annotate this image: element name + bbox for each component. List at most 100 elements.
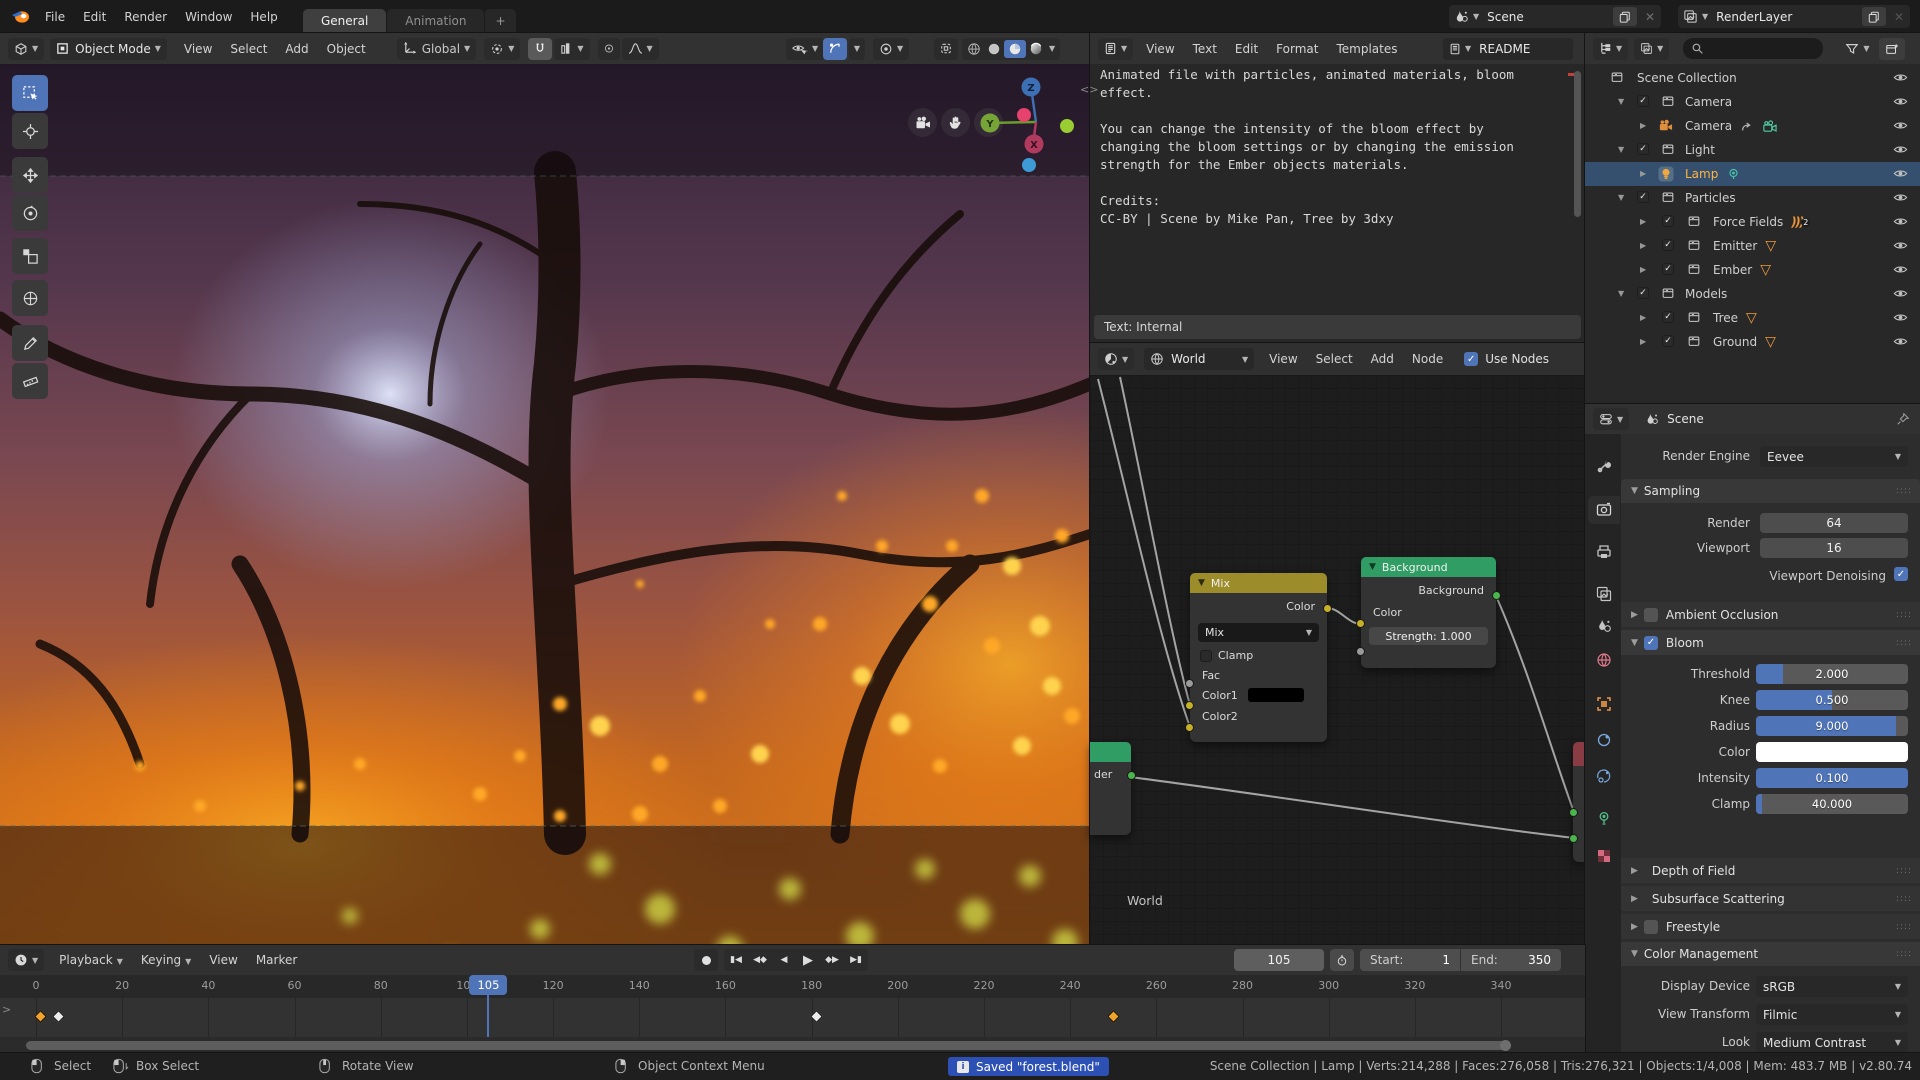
prev-frame-button[interactable]: ◀ — [772, 955, 796, 965]
section-sampling-header[interactable]: ▼ Sampling :::: — [1621, 479, 1920, 503]
outliner-row-camera[interactable]: ▼✓Camera — [1585, 90, 1920, 114]
cm-display-device-dropdown[interactable]: sRGB▼ — [1756, 976, 1908, 997]
new-scene-button[interactable] — [1613, 7, 1637, 26]
grip-icon[interactable]: :::: — [1896, 638, 1912, 648]
camera-view-button[interactable] — [908, 108, 937, 137]
timeline-menu-keying[interactable]: Keying▼ — [132, 953, 200, 967]
clamp-checkbox[interactable] — [1200, 650, 1212, 662]
bloom-intensity-slider[interactable]: 0.100 — [1756, 768, 1908, 788]
properties-tab-tool[interactable] — [1588, 452, 1620, 480]
overlays-toggle-button[interactable]: ▼ — [873, 38, 909, 60]
viewport-denoising-checkbox[interactable]: ✓ — [1894, 567, 1908, 581]
bloom-radius-slider[interactable]: 9.000 — [1756, 716, 1908, 736]
eye-icon[interactable] — [1893, 190, 1908, 205]
properties-tab-output[interactable] — [1588, 538, 1620, 566]
node-world-output-clipped[interactable] — [1573, 742, 1585, 862]
outliner-row-scene-collection[interactable]: Scene Collection — [1585, 66, 1920, 90]
new-layer-button[interactable] — [1862, 7, 1886, 26]
scene-name[interactable]: Scene — [1487, 10, 1613, 24]
scrollbar-handle[interactable] — [1500, 1040, 1511, 1051]
pin-icon[interactable] — [1896, 412, 1910, 426]
visibility-checkbox[interactable]: ✓ — [1662, 215, 1674, 227]
topbar-menu-file[interactable]: File — [36, 10, 74, 24]
workspace-tab-general[interactable]: General — [303, 9, 386, 33]
tool-annotate[interactable] — [12, 325, 48, 361]
render-layer-selector[interactable]: ▼ RenderLayer ✕ — [1678, 5, 1910, 28]
mode-selector[interactable]: Object Mode ▼ — [50, 38, 167, 60]
expand-icon[interactable]: ▶ — [1640, 121, 1646, 130]
new-collection-button[interactable] — [1879, 38, 1905, 60]
visibility-toggle-button[interactable]: ▼ — [786, 38, 824, 60]
node-mix[interactable]: ▼ Mix Color Mix ▼ Clamp Fac Color1 — [1190, 573, 1327, 742]
properties-tab-texture[interactable] — [1588, 842, 1620, 870]
text-datablock-selector[interactable]: ▼ README — [1443, 38, 1573, 60]
object-label[interactable]: Models — [1685, 287, 1727, 301]
outliner-display-mode-button[interactable]: ▼ — [1593, 38, 1628, 60]
eye-icon[interactable] — [1893, 118, 1908, 133]
grip-icon[interactable]: :::: — [1896, 486, 1912, 496]
topbar-menu-edit[interactable]: Edit — [74, 10, 115, 24]
color1-swatch[interactable] — [1248, 688, 1304, 702]
outliner-row-models[interactable]: ▼✓Models — [1585, 282, 1920, 306]
eye-icon[interactable] — [1893, 142, 1908, 157]
expand-icon[interactable]: ▼ — [1618, 193, 1624, 202]
end-frame-field[interactable]: End: 350 — [1461, 949, 1561, 971]
grip-icon[interactable]: :::: — [1896, 866, 1912, 876]
shading-material-button[interactable] — [1004, 40, 1026, 58]
viewport-menu-add[interactable]: Add — [276, 42, 317, 56]
expand-icon[interactable]: ▼ — [1618, 289, 1624, 298]
socket-output[interactable] — [1127, 771, 1136, 780]
background-strength-field[interactable]: Strength: 1.000 — [1369, 627, 1488, 645]
start-frame-field[interactable]: Start: 1 — [1360, 949, 1460, 971]
eye-icon[interactable] — [1893, 214, 1908, 229]
object-label[interactable]: Ember — [1713, 263, 1752, 277]
tool-scale[interactable] — [12, 238, 48, 274]
remove-layer-button[interactable]: ✕ — [1894, 10, 1904, 24]
socket-fac[interactable] — [1185, 679, 1194, 688]
tool-cursor[interactable] — [12, 113, 48, 149]
properties-tab-viewlayer[interactable] — [1588, 580, 1620, 608]
socket-surface[interactable] — [1569, 808, 1578, 817]
outliner-row-emitter[interactable]: ▶✓Emitter▽ — [1585, 234, 1920, 258]
tool-select-box[interactable] — [12, 75, 48, 111]
current-frame-field[interactable]: 105 — [1234, 949, 1324, 971]
visibility-checkbox[interactable]: ✓ — [1662, 239, 1674, 251]
eye-icon[interactable] — [1893, 310, 1908, 325]
object-label[interactable]: Particles — [1685, 191, 1736, 205]
eye-icon[interactable] — [1893, 70, 1908, 85]
socket-color-output[interactable] — [1323, 604, 1332, 613]
use-preview-range-toggle[interactable] — [1330, 949, 1354, 971]
text-menu-format[interactable]: Format — [1267, 42, 1327, 56]
gizmos-toggle[interactable] — [823, 38, 847, 60]
object-label[interactable]: Tree — [1713, 311, 1738, 325]
text-scrollbar[interactable] — [1574, 71, 1581, 217]
visibility-checkbox[interactable]: ✓ — [1637, 143, 1649, 155]
visibility-checkbox[interactable]: ✓ — [1662, 311, 1674, 323]
timeline-scrollbar[interactable] — [26, 1041, 1510, 1050]
unlink-scene-button[interactable]: ✕ — [1645, 10, 1655, 24]
editor-type-button[interactable]: ▼ — [8, 38, 44, 60]
freestyle-checkbox[interactable] — [1644, 920, 1658, 934]
eye-icon[interactable] — [1893, 262, 1908, 277]
properties-tab-object[interactable] — [1588, 690, 1620, 718]
bloom-checkbox[interactable]: ✓ — [1644, 636, 1658, 650]
blender-logo-icon[interactable] — [10, 6, 31, 27]
outliner-row-ember[interactable]: ▶✓Ember▽ — [1585, 258, 1920, 282]
expand-icon[interactable]: ▼ — [1618, 97, 1624, 106]
outliner-row-camera[interactable]: ▶Camera — [1585, 114, 1920, 138]
outliner-row-light[interactable]: ▼✓Light — [1585, 138, 1920, 162]
sampling-render-field[interactable]: 64 — [1760, 513, 1908, 533]
proportional-falloff-button[interactable]: ▼ — [622, 38, 659, 60]
text-editor-content[interactable]: Animated file with particles, animated m… — [1100, 66, 1514, 228]
xray-toggle[interactable] — [934, 38, 958, 60]
proportional-edit-toggle[interactable] — [598, 38, 620, 60]
object-label[interactable]: Emitter — [1713, 239, 1757, 253]
shading-solid-button[interactable] — [984, 42, 1004, 56]
grip-icon[interactable]: :::: — [1896, 610, 1912, 620]
node-partial[interactable]: der — [1090, 742, 1131, 835]
viewport-menu-select[interactable]: Select — [221, 42, 276, 56]
node-background[interactable]: ▼ Background Background Color Strength: … — [1361, 557, 1496, 668]
object-label[interactable]: Scene Collection — [1637, 71, 1737, 85]
bloom-color-swatch[interactable] — [1756, 742, 1908, 762]
next-key-button[interactable]: ◆▶ — [820, 955, 844, 965]
